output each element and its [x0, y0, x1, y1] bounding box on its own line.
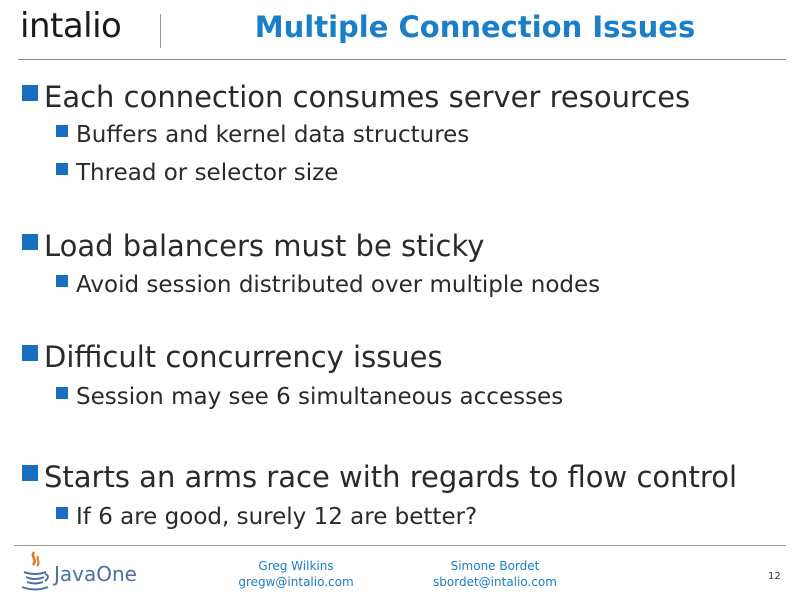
java-cup-icon [21, 551, 49, 591]
sub-bullet-item: Session may see 6 simultaneous accesses [56, 384, 563, 410]
sub-bullet-text: Buffers and kernel data structures [76, 122, 470, 148]
bullet-text: Each connection consumes server resource… [44, 80, 691, 114]
author-block: Simone Bordet sbordet@intalio.com [420, 558, 570, 590]
javaone-wordmark: JavaOne [54, 562, 137, 586]
sub-bullet-square-icon [56, 507, 68, 519]
bullet-item: Load balancers must be sticky [22, 229, 484, 263]
javaone-logo: JavaOne [18, 548, 158, 594]
footer-rule [14, 545, 786, 546]
bullet-square-icon [22, 345, 38, 361]
sub-bullet-item: Thread or selector size [56, 160, 338, 186]
sub-bullet-square-icon [56, 275, 68, 287]
bullet-text: Load balancers must be sticky [44, 229, 485, 263]
bullet-text: Starts an arms race with regards to flow… [44, 460, 737, 494]
slide-title: Multiple Connection Issues [254, 10, 696, 44]
bullet-square-icon [22, 465, 38, 481]
bullet-item: Difficult concurrency issues [22, 340, 443, 374]
bullet-item: Starts an arms race with regards to flow… [22, 460, 737, 494]
logo-divider [160, 14, 161, 48]
author-email: gregw@intalio.com [238, 575, 354, 589]
author-name: Simone Bordet [450, 559, 540, 573]
page-number: 12 [768, 571, 781, 582]
bullet-item: Each connection consumes server resource… [22, 80, 690, 114]
author-name: Greg Wilkins [258, 559, 334, 573]
sub-bullet-text: Thread or selector size [76, 160, 339, 186]
header-rule [18, 59, 786, 60]
author-email: sbordet@intalio.com [433, 575, 557, 589]
sub-bullet-item: If 6 are good, surely 12 are better? [56, 504, 477, 530]
sub-bullet-square-icon [56, 163, 68, 175]
bullet-square-icon [22, 85, 38, 101]
sub-bullet-item: Buffers and kernel data structures [56, 122, 469, 148]
sub-bullet-text: Session may see 6 simultaneous accesses [76, 384, 564, 410]
sub-bullet-item: Avoid session distributed over multiple … [56, 272, 600, 298]
sub-bullet-text: Avoid session distributed over multiple … [76, 272, 601, 298]
author-block: Greg Wilkins gregw@intalio.com [222, 558, 370, 590]
sub-bullet-square-icon [56, 387, 68, 399]
bullet-text: Difficult concurrency issues [44, 340, 443, 374]
bullet-square-icon [22, 234, 38, 250]
sub-bullet-square-icon [56, 125, 68, 137]
sub-bullet-text: If 6 are good, surely 12 are better? [76, 504, 478, 530]
intalio-logo: intalio [20, 6, 122, 46]
